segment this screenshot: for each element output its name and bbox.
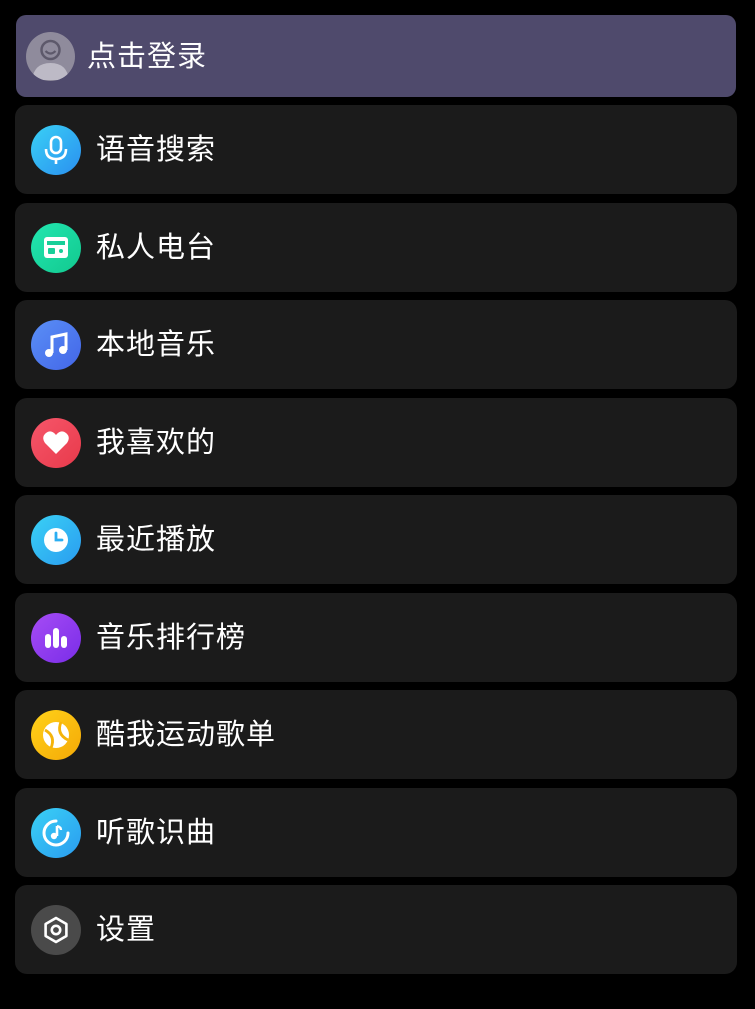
menu-item-favorites[interactable]: 我喜欢的	[15, 398, 737, 487]
menu-item-voice-search[interactable]: 语音搜索	[15, 105, 737, 194]
menu-item-charts[interactable]: 音乐排行榜	[15, 593, 737, 682]
menu-item-label: 设置	[96, 912, 157, 946]
menu-item-label: 最近播放	[96, 522, 217, 556]
music-note-icon	[31, 319, 81, 370]
menu-item-sport-playlist[interactable]: 酷我运动歌单	[15, 690, 737, 779]
settings-hexagon-icon	[31, 904, 81, 955]
radio-icon	[31, 222, 81, 273]
microphone-icon	[31, 124, 81, 175]
menu-item-label: 音乐排行榜	[96, 620, 247, 654]
bar-chart-icon	[31, 612, 81, 663]
menu-item-label: 私人电台	[96, 230, 217, 264]
menu-item-local-music[interactable]: 本地音乐	[15, 300, 737, 389]
menu-item-settings[interactable]: 设置	[15, 885, 737, 974]
clock-icon	[31, 514, 81, 565]
menu-item-label: 酷我运动歌单	[96, 717, 277, 751]
music-recognition-icon	[31, 807, 81, 858]
menu-item-song-recognition[interactable]: 听歌识曲	[15, 788, 737, 877]
side-menu: 点击登录 语音搜索 私人电台 本地音乐 我喜欢的 最近播放 音乐排行榜 酷我运动…	[0, 0, 755, 1009]
ball-icon	[31, 709, 81, 760]
menu-item-recent[interactable]: 最近播放	[15, 495, 737, 584]
heart-icon	[31, 417, 81, 468]
menu-item-label: 语音搜索	[96, 132, 217, 166]
avatar-icon	[26, 31, 75, 81]
login-label: 点击登录	[87, 38, 208, 73]
menu-item-private-radio[interactable]: 私人电台	[15, 203, 737, 292]
menu-item-label: 听歌识曲	[96, 815, 217, 849]
login-button[interactable]: 点击登录	[16, 15, 736, 97]
menu-item-label: 我喜欢的	[96, 425, 217, 459]
menu-item-label: 本地音乐	[96, 327, 217, 361]
